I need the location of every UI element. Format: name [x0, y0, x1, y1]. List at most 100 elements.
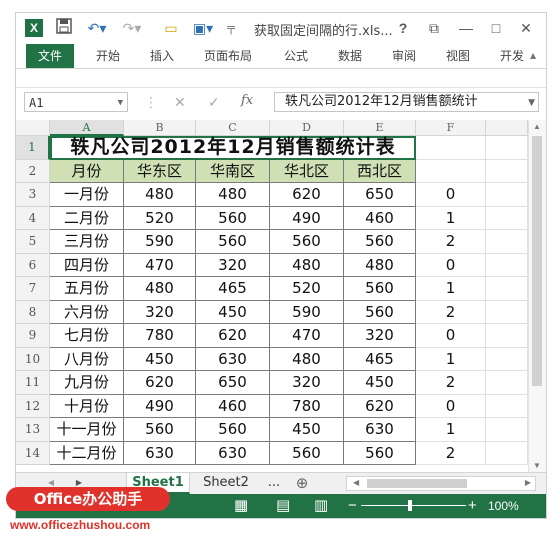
interval-index-cell[interactable]: 2 — [416, 230, 486, 254]
normal-view-icon[interactable]: ▦ — [234, 497, 248, 515]
sales-value-cell[interactable]: 450 — [196, 300, 270, 324]
column-header[interactable]: A — [50, 120, 124, 136]
tab-formulas[interactable]: 公式 — [284, 44, 308, 68]
row-header[interactable]: 5 — [16, 230, 50, 254]
row-header[interactable]: 10 — [16, 347, 50, 371]
sales-value-cell[interactable]: 460 — [196, 394, 270, 418]
month-cell[interactable]: 九月份 — [50, 371, 124, 395]
sales-value-cell[interactable]: 560 — [344, 277, 416, 301]
print-preview-icon[interactable]: ▣▾ — [188, 18, 218, 38]
tab-file[interactable]: 文件 — [26, 44, 75, 68]
sales-value-cell[interactable]: 630 — [344, 418, 416, 442]
sales-value-cell[interactable]: 630 — [196, 347, 270, 371]
sales-value-cell[interactable]: 560 — [344, 300, 416, 324]
tab-page-layout[interactable]: 页面布局 — [204, 44, 252, 68]
empty-cell[interactable] — [486, 183, 528, 207]
row-header[interactable]: 7 — [16, 277, 50, 301]
interval-index-cell[interactable]: 0 — [416, 324, 486, 348]
sales-value-cell[interactable]: 480 — [124, 277, 196, 301]
more-sheets-button[interactable]: ... — [264, 473, 284, 494]
month-cell[interactable]: 十二月份 — [50, 441, 124, 465]
insert-function-icon[interactable]: fx — [241, 93, 253, 108]
empty-cell[interactable] — [486, 347, 528, 371]
tab-data[interactable]: 数据 — [338, 44, 362, 68]
interval-index-cell[interactable]: 2 — [416, 371, 486, 395]
save-icon[interactable] — [53, 18, 75, 38]
table-header-cell[interactable]: 西北区 — [344, 159, 416, 183]
sales-value-cell[interactable]: 470 — [270, 324, 344, 348]
empty-cell[interactable] — [486, 394, 528, 418]
empty-cell[interactable] — [486, 136, 528, 160]
zoom-slider[interactable] — [361, 505, 466, 506]
row-header[interactable]: 13 — [16, 418, 50, 442]
cancel-icon[interactable]: ✕ — [174, 93, 186, 111]
sales-value-cell[interactable]: 560 — [196, 418, 270, 442]
scroll-thumb[interactable] — [532, 136, 542, 386]
sales-value-cell[interactable]: 560 — [270, 441, 344, 465]
row-header[interactable]: 14 — [16, 441, 50, 465]
empty-cell[interactable] — [486, 159, 528, 183]
empty-cell[interactable] — [486, 300, 528, 324]
row-header[interactable]: 12 — [16, 394, 50, 418]
sales-value-cell[interactable]: 320 — [124, 300, 196, 324]
sales-value-cell[interactable]: 650 — [344, 183, 416, 207]
scroll-left-icon[interactable]: ◀ — [353, 478, 359, 487]
month-cell[interactable]: 十一月份 — [50, 418, 124, 442]
sheet-title-cell[interactable]: 轶凡公司2012年12月销售额统计表 — [50, 136, 416, 160]
table-header-cell[interactable]: 月份 — [50, 159, 124, 183]
horizontal-scrollbar[interactable]: ◀ ▶ — [346, 476, 536, 491]
sales-value-cell[interactable]: 520 — [124, 206, 196, 230]
month-cell[interactable]: 八月份 — [50, 347, 124, 371]
interval-index-cell[interactable]: 1 — [416, 418, 486, 442]
add-sheet-icon[interactable]: ⊕ — [292, 473, 312, 494]
month-cell[interactable]: 十月份 — [50, 394, 124, 418]
zoom-slider-thumb[interactable] — [408, 500, 412, 511]
month-cell[interactable]: 五月份 — [50, 277, 124, 301]
sales-value-cell[interactable]: 490 — [270, 206, 344, 230]
sales-value-cell[interactable]: 465 — [196, 277, 270, 301]
sales-value-cell[interactable]: 560 — [124, 418, 196, 442]
empty-cell[interactable] — [486, 371, 528, 395]
row-header[interactable]: 11 — [16, 371, 50, 395]
sales-value-cell[interactable]: 520 — [270, 277, 344, 301]
expand-formula-icon[interactable]: ▼ — [528, 94, 535, 111]
empty-cell[interactable] — [486, 324, 528, 348]
interval-index-cell[interactable]: 2 — [416, 300, 486, 324]
row-header[interactable]: 2 — [16, 159, 50, 183]
month-cell[interactable]: 七月份 — [50, 324, 124, 348]
table-header-cell[interactable]: 华北区 — [270, 159, 344, 183]
page-layout-view-icon[interactable]: ▤ — [276, 497, 290, 515]
sales-value-cell[interactable]: 780 — [270, 394, 344, 418]
column-header[interactable]: D — [270, 120, 344, 136]
sales-value-cell[interactable]: 560 — [196, 230, 270, 254]
row-header[interactable]: 6 — [16, 253, 50, 277]
interval-index-cell[interactable]: 1 — [416, 277, 486, 301]
empty-cell[interactable] — [416, 136, 486, 160]
sales-value-cell[interactable]: 560 — [344, 441, 416, 465]
zoom-level[interactable]: 100% — [488, 497, 519, 515]
sales-value-cell[interactable]: 480 — [344, 253, 416, 277]
sales-value-cell[interactable]: 620 — [270, 183, 344, 207]
tab-insert[interactable]: 插入 — [150, 44, 174, 68]
row-header[interactable]: 1 — [16, 136, 50, 160]
scroll-down-icon[interactable]: ▼ — [533, 461, 541, 470]
sales-value-cell[interactable]: 480 — [270, 347, 344, 371]
enter-icon[interactable]: ✓ — [208, 93, 220, 111]
interval-index-cell[interactable]: 0 — [416, 253, 486, 277]
undo-icon[interactable]: ↶▾ — [82, 18, 112, 38]
sales-value-cell[interactable]: 620 — [124, 371, 196, 395]
sales-value-cell[interactable]: 780 — [124, 324, 196, 348]
empty-cell[interactable] — [486, 230, 528, 254]
column-header[interactable]: C — [196, 120, 270, 136]
select-all-corner[interactable] — [16, 120, 50, 136]
sales-value-cell[interactable]: 630 — [124, 441, 196, 465]
table-header-cell[interactable]: 华南区 — [196, 159, 270, 183]
sales-value-cell[interactable]: 620 — [344, 394, 416, 418]
scroll-up-icon[interactable]: ▲ — [533, 122, 541, 131]
hscroll-thumb[interactable] — [367, 479, 467, 488]
empty-cell[interactable] — [486, 206, 528, 230]
column-header-blank[interactable] — [486, 120, 528, 136]
name-box[interactable]: A1 ▼ — [24, 92, 128, 112]
month-cell[interactable]: 一月份 — [50, 183, 124, 207]
zoom-in-icon[interactable]: + — [468, 497, 477, 515]
